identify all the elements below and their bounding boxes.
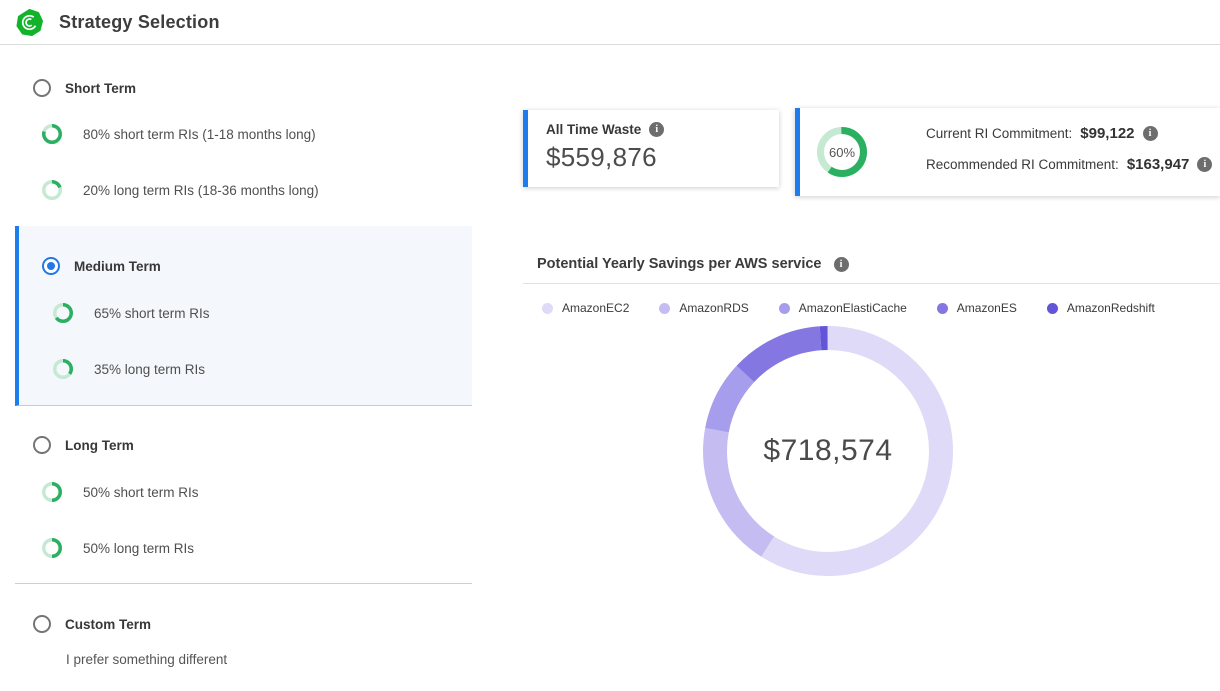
medium-term-label: Medium Term bbox=[74, 259, 161, 274]
info-icon[interactable]: i bbox=[1143, 126, 1158, 141]
medium-term-option-2: 35% long term RIs bbox=[53, 359, 205, 379]
ring-35pct-icon bbox=[53, 359, 73, 379]
medium-term-radio-button[interactable] bbox=[42, 257, 60, 275]
recommended-ri-commitment-row: Recommended RI Commitment: $163,947 i bbox=[926, 152, 1212, 176]
current-ri-commitment-label: Current RI Commitment: bbox=[926, 126, 1072, 141]
custom-term-label: Custom Term bbox=[65, 617, 151, 632]
info-icon[interactable]: i bbox=[649, 122, 664, 137]
short-term-option-1: 80% short term RIs (1-18 months long) bbox=[42, 124, 316, 144]
short-term-option-1-label: 80% short term RIs (1-18 months long) bbox=[83, 127, 316, 142]
legend-item-amazonrds[interactable]: AmazonRDS bbox=[659, 301, 748, 315]
chart-divider bbox=[523, 283, 1220, 284]
long-term-label: Long Term bbox=[65, 438, 134, 453]
donut-total-value: $718,574 bbox=[703, 326, 953, 576]
legend-label: AmazonEC2 bbox=[562, 301, 629, 315]
ring-65pct-icon bbox=[53, 303, 73, 323]
strategy-section-short-term: Short Term 80% short term RIs (1-18 mont… bbox=[15, 70, 472, 220]
short-term-label: Short Term bbox=[65, 81, 136, 96]
long-term-option-2: 50% long term RIs bbox=[42, 538, 194, 558]
strategy-section-medium-term: Medium Term 65% short term RIs 35% long … bbox=[15, 226, 472, 406]
custom-term-radio-row[interactable]: Custom Term bbox=[33, 615, 151, 633]
long-term-option-1-label: 50% short term RIs bbox=[83, 485, 199, 500]
ring-50pct-icon bbox=[42, 538, 62, 558]
legend-dot-icon bbox=[542, 303, 553, 314]
current-ri-commitment-row: Current RI Commitment: $99,122 i bbox=[926, 121, 1212, 145]
medium-term-option-2-label: 35% long term RIs bbox=[94, 362, 205, 377]
short-term-option-2: 20% long term RIs (18-36 months long) bbox=[42, 180, 319, 200]
legend-dot-icon bbox=[779, 303, 790, 314]
all-time-waste-card: All Time Waste i $559,876 bbox=[523, 110, 779, 187]
medium-term-option-1: 65% short term RIs bbox=[53, 303, 210, 323]
recommended-ri-commitment-value: $163,947 bbox=[1127, 156, 1190, 173]
section-divider bbox=[15, 583, 472, 584]
recommended-ri-commitment-label: Recommended RI Commitment: bbox=[926, 157, 1119, 172]
legend-dot-icon bbox=[1047, 303, 1058, 314]
legend-label: AmazonES bbox=[957, 301, 1017, 315]
current-ri-commitment-value: $99,122 bbox=[1080, 125, 1134, 142]
short-term-radio-button[interactable] bbox=[33, 79, 51, 97]
custom-term-description: I prefer something different bbox=[66, 652, 227, 667]
gauge-percent-label: 60% bbox=[817, 127, 867, 177]
legend-dot-icon bbox=[937, 303, 948, 314]
long-term-radio-button[interactable] bbox=[33, 436, 51, 454]
medium-term-option-1-label: 65% short term RIs bbox=[94, 306, 210, 321]
custom-term-radio-button[interactable] bbox=[33, 615, 51, 633]
all-time-waste-value: $559,876 bbox=[546, 142, 779, 173]
ring-50pct-icon bbox=[42, 482, 62, 502]
strategy-section-long-term: Long Term 50% short term RIs 50% long te… bbox=[15, 436, 472, 584]
legend-item-amazonredshift[interactable]: AmazonRedshift bbox=[1047, 301, 1155, 315]
short-term-radio-row[interactable]: Short Term bbox=[33, 79, 136, 97]
chart-legend: AmazonEC2 AmazonRDS AmazonElastiCache Am… bbox=[542, 301, 1155, 315]
info-icon[interactable]: i bbox=[834, 257, 849, 272]
legend-item-amazonelasticache[interactable]: AmazonElastiCache bbox=[779, 301, 907, 315]
short-term-option-2-label: 20% long term RIs (18-36 months long) bbox=[83, 183, 319, 198]
ring-80pct-icon bbox=[42, 124, 62, 144]
brand-logo-icon bbox=[16, 9, 43, 36]
savings-donut-chart: $718,574 bbox=[703, 326, 953, 576]
long-term-option-2-label: 50% long term RIs bbox=[83, 541, 194, 556]
legend-label: AmazonRDS bbox=[679, 301, 748, 315]
info-icon[interactable]: i bbox=[1197, 157, 1212, 172]
ri-commitment-card: 60% Current RI Commitment: $99,122 i Rec… bbox=[795, 108, 1220, 196]
savings-chart-header: Potential Yearly Savings per AWS service… bbox=[537, 256, 849, 272]
legend-item-amazones[interactable]: AmazonES bbox=[937, 301, 1017, 315]
strategy-selection-page: Strategy Selection Short Term 80% short … bbox=[0, 0, 1220, 691]
strategy-section-custom-term: Custom Term I prefer something different bbox=[15, 615, 472, 691]
page-title: Strategy Selection bbox=[59, 12, 220, 33]
ring-20pct-icon bbox=[42, 180, 62, 200]
page-header: Strategy Selection bbox=[0, 0, 1220, 45]
medium-term-radio-row[interactable]: Medium Term bbox=[42, 257, 161, 275]
legend-dot-icon bbox=[659, 303, 670, 314]
legend-label: AmazonElastiCache bbox=[799, 301, 907, 315]
long-term-radio-row[interactable]: Long Term bbox=[33, 436, 134, 454]
commitment-gauge: 60% bbox=[817, 127, 867, 177]
savings-chart-title: Potential Yearly Savings per AWS service bbox=[537, 256, 822, 272]
all-time-waste-title: All Time Waste bbox=[546, 122, 641, 137]
legend-item-amazonec2[interactable]: AmazonEC2 bbox=[542, 301, 629, 315]
long-term-option-1: 50% short term RIs bbox=[42, 482, 199, 502]
legend-label: AmazonRedshift bbox=[1067, 301, 1155, 315]
